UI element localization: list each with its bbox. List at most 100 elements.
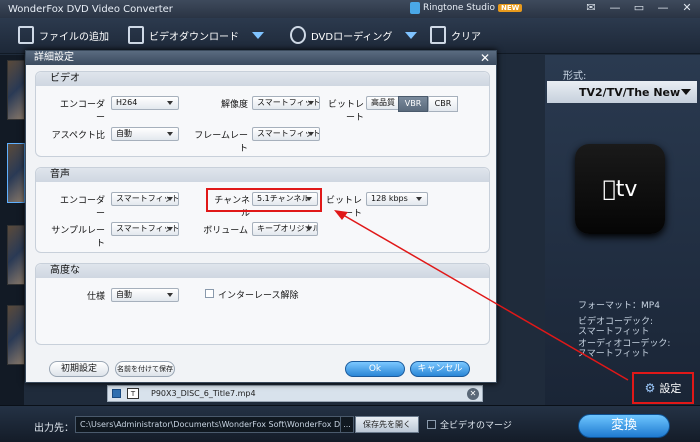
clear-label: クリア — [451, 31, 481, 43]
ringtone-studio-link[interactable]: Ringtone Studio NEW — [410, 2, 523, 14]
device-image: tv — [575, 144, 665, 234]
file-name: P90X3_DISC_6_Title7.mp4 — [151, 389, 256, 398]
chevron-down-icon — [167, 132, 173, 136]
title-bar: WonderFox DVD Video Converter Ringtone S… — [0, 0, 700, 18]
format-select[interactable]: TV2/TV/The New — [547, 81, 697, 103]
aspect-ratio-select[interactable]: 自動 — [111, 127, 179, 141]
message-icon[interactable]: ✉ — [584, 1, 598, 14]
video-bitrate-label: ビットレート — [327, 100, 364, 123]
dvd-disc-icon — [290, 26, 306, 44]
audio-encoder-select[interactable]: スマートフィット — [111, 192, 179, 206]
ringtone-icon — [410, 2, 420, 14]
subtitle-icon[interactable]: T — [127, 388, 139, 399]
format-label: 形式: — [563, 71, 587, 82]
clear-button[interactable]: クリア — [430, 26, 481, 44]
merge-checkbox[interactable] — [427, 420, 436, 429]
advanced-section-header: 高度な — [36, 264, 489, 278]
audio-bitrate-label: ビットレート — [325, 196, 362, 219]
convert-button[interactable]: 変換 — [578, 414, 670, 438]
audio-section-header: 音声 — [36, 168, 489, 182]
video-bitrate-value: 高品質 — [371, 98, 395, 107]
add-file-icon — [18, 26, 34, 44]
frame-rate-label: フレームレート — [194, 131, 248, 154]
video-codec-value: スマートフィット — [578, 327, 650, 337]
chevron-down-icon — [308, 101, 314, 105]
remove-file-icon[interactable]: ✕ — [467, 387, 479, 400]
spec-label: 仕様 — [86, 292, 105, 302]
add-files-button[interactable]: ファイルの追加 — [18, 26, 109, 44]
cbr-toggle[interactable]: CBR — [428, 96, 458, 112]
dialog-close-icon[interactable]: ✕ — [480, 51, 490, 65]
browse-path-button[interactable]: ... — [340, 416, 354, 433]
deinterlace-label: インターレース解除 — [218, 291, 299, 301]
volume-select[interactable]: キープオリジナル — [252, 222, 318, 236]
aspect-ratio-value: 自動 — [116, 129, 132, 138]
thumbnail[interactable] — [7, 143, 25, 203]
sample-rate-select[interactable]: スマートフィット — [111, 222, 179, 236]
new-badge: NEW — [497, 4, 523, 12]
chevron-down-icon — [167, 293, 173, 297]
output-label: 出力先： — [34, 423, 74, 434]
thumbnail[interactable] — [7, 60, 25, 120]
audio-codec-value: スマートフィット — [578, 349, 650, 359]
chevron-down-icon[interactable] — [252, 31, 264, 39]
video-encoder-value: H264 — [116, 98, 138, 107]
trash-icon — [430, 26, 446, 44]
aspect-ratio-label: アスペクト比 — [51, 131, 105, 141]
skin-icon[interactable]: ▭ — [632, 1, 646, 14]
dvd-loading-label: DVDローディング — [311, 31, 393, 43]
video-encoder-label: エンコーダー — [59, 100, 105, 123]
add-files-label: ファイルの追加 — [39, 31, 109, 43]
output-path-field[interactable]: C:\Users\Administrator\Documents\WonderF… — [75, 416, 351, 433]
thumbnail[interactable] — [7, 305, 25, 365]
chevron-down-icon — [416, 197, 422, 201]
chevron-down-icon — [167, 101, 173, 105]
reset-defaults-button[interactable]: 初期設定 — [49, 361, 109, 377]
advanced-section: 高度な — [35, 263, 490, 345]
ok-button[interactable]: Ok — [345, 361, 405, 377]
file-row[interactable]: T P90X3_DISC_6_Title7.mp4 ✕ — [107, 385, 483, 402]
frame-rate-select[interactable]: スマートフィット — [252, 127, 320, 141]
chevron-down-icon — [308, 132, 314, 136]
vbr-toggle[interactable]: VBR — [398, 96, 428, 112]
window-controls: ✉ — ▭ — ✕ — [584, 1, 694, 14]
save-as-button[interactable]: 名前を付けて保存 — [115, 361, 175, 377]
open-folder-button[interactable]: 保存先を開く — [355, 416, 419, 433]
resolution-select[interactable]: スマートフィット — [252, 96, 320, 110]
dialog-title: 詳細設定 — [26, 51, 496, 65]
video-download-button[interactable]: ビデオダウンロード — [128, 26, 264, 44]
chevron-down-icon — [306, 227, 312, 231]
cancel-button[interactable]: キャンセル — [410, 361, 470, 377]
settings-button[interactable]: ⚙ 設定 — [632, 372, 694, 404]
bottom-bar: 出力先： C:\Users\Administrator\Documents\Wo… — [0, 405, 700, 442]
format-value: TV2/TV/The New — [579, 85, 681, 99]
menu-icon[interactable]: — — [608, 1, 622, 14]
minimize-icon[interactable]: — — [656, 1, 670, 14]
format-info: フォーマット：MP4 — [578, 301, 660, 311]
audio-bitrate-select[interactable]: 128 kbps — [366, 192, 428, 206]
video-encoder-select[interactable]: H264 — [111, 96, 179, 110]
download-icon — [128, 26, 144, 44]
chevron-down-icon[interactable] — [405, 31, 418, 39]
chevron-down-icon — [681, 89, 691, 95]
thumbnail[interactable] — [7, 225, 25, 285]
chevron-down-icon — [167, 227, 173, 231]
main-toolbar: ファイルの追加 ビデオダウンロード DVDローディング クリア — [0, 18, 700, 54]
resolution-label: 解像度 — [220, 100, 248, 110]
dvd-loading-button[interactable]: DVDローディング — [290, 26, 418, 44]
channel-highlight — [206, 188, 322, 212]
settings-label: 設定 — [659, 382, 682, 395]
close-icon[interactable]: ✕ — [680, 1, 694, 14]
merge-label: 全ビデオのマージ — [440, 421, 512, 431]
merge-all-option[interactable]: 全ビデオのマージ — [427, 418, 512, 431]
audio-codec-label: オーディオコーデック: — [578, 339, 671, 349]
deinterlace-checkbox[interactable] — [205, 289, 214, 298]
apple-tv-icon: tv — [603, 177, 638, 202]
file-checkbox[interactable] — [112, 389, 121, 398]
video-codec-label: ビデオコーデック: — [578, 317, 654, 327]
device-logo-text: tv — [609, 176, 638, 202]
ringtone-studio-label: Ringtone Studio — [423, 3, 495, 13]
volume-label: ボリューム — [203, 226, 248, 236]
gear-icon: ⚙ — [644, 381, 656, 395]
spec-select[interactable]: 自動 — [111, 288, 179, 302]
